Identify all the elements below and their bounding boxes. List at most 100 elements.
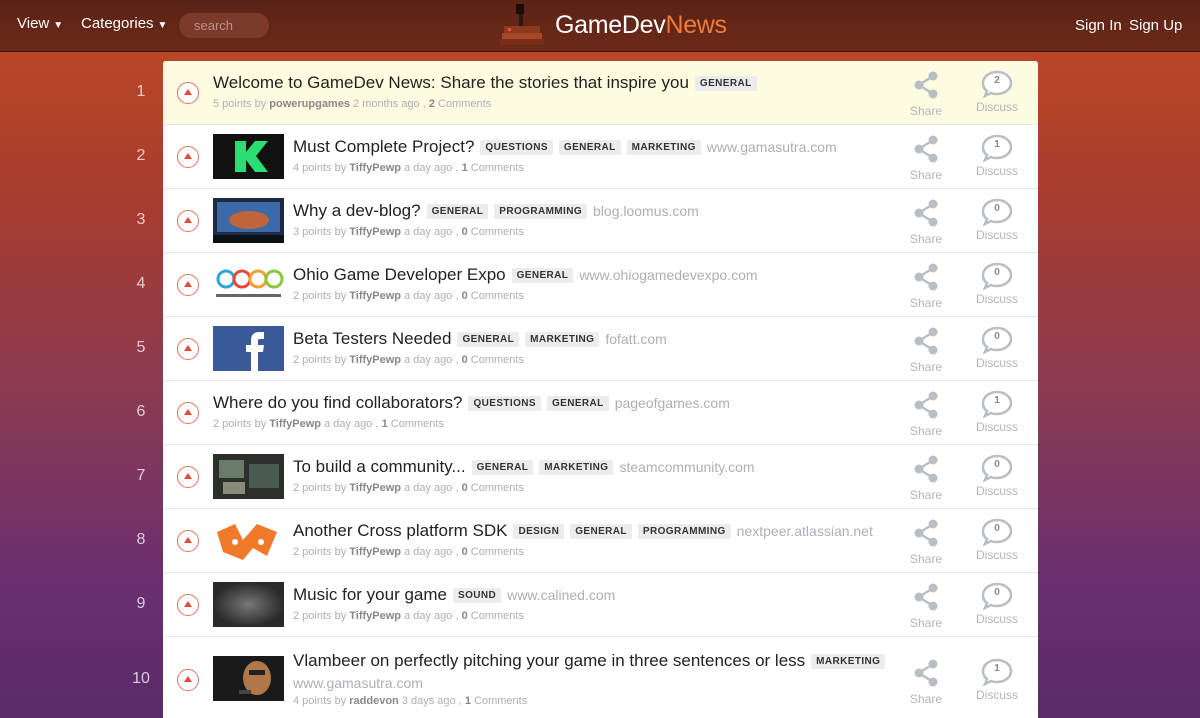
site-logo[interactable]: GameDevNews [500, 2, 727, 48]
category-tag[interactable]: QUESTIONS [468, 395, 541, 411]
upvote-icon[interactable] [177, 146, 199, 168]
sign-up-link[interactable]: Sign Up [1129, 17, 1182, 34]
comments-count[interactable]: 0 [462, 610, 468, 622]
share-button[interactable]: Share [901, 390, 951, 438]
post-title-link[interactable]: To build a community... [293, 457, 466, 477]
upvote-icon[interactable] [177, 669, 199, 691]
category-tag[interactable]: GENERAL [694, 75, 757, 91]
sign-in-link[interactable]: Sign In [1075, 17, 1122, 34]
author-link[interactable]: TiffyPewp [349, 290, 401, 302]
category-tag[interactable]: PROGRAMMING [494, 203, 588, 219]
discuss-button[interactable]: 1 Discuss [972, 658, 1022, 702]
author-link[interactable]: TiffyPewp [349, 546, 401, 558]
share-button[interactable]: Share [901, 262, 951, 310]
discuss-button[interactable]: 0 Discuss [972, 198, 1022, 242]
comments-count[interactable]: 1 [462, 162, 468, 174]
category-tag[interactable]: GENERAL [511, 267, 574, 283]
upvote-icon[interactable] [177, 466, 199, 488]
discuss-button[interactable]: 0 Discuss [972, 454, 1022, 498]
discuss-button[interactable]: 1 Discuss [972, 134, 1022, 178]
author-link[interactable]: TiffyPewp [349, 610, 401, 622]
upvote-icon[interactable] [177, 402, 199, 424]
category-tag[interactable]: MARKETING [525, 331, 600, 347]
post-title-link[interactable]: Welcome to GameDev News: Share the stori… [213, 73, 689, 93]
upvote-icon[interactable] [177, 338, 199, 360]
discuss-button[interactable]: 0 Discuss [972, 518, 1022, 562]
author-link[interactable]: raddevon [349, 695, 399, 707]
post-title-link[interactable]: Music for your game [293, 585, 447, 605]
category-tag[interactable]: GENERAL [570, 523, 632, 539]
post-domain[interactable]: steamcommunity.com [619, 459, 754, 475]
upvote-icon[interactable] [177, 274, 199, 296]
post-thumbnail[interactable] [213, 518, 284, 563]
category-tag[interactable]: GENERAL [426, 203, 489, 219]
category-tag[interactable]: PROGRAMMING [637, 523, 731, 539]
category-tag[interactable]: GENERAL [471, 459, 534, 475]
post-domain[interactable]: www.ohiogamedevexpo.com [579, 267, 757, 283]
category-tag[interactable]: MARKETING [539, 459, 614, 475]
search-input[interactable] [179, 13, 269, 38]
discuss-button[interactable]: 0 Discuss [972, 326, 1022, 370]
comments-count[interactable]: 2 [429, 98, 435, 110]
comments-count[interactable]: 0 [462, 354, 468, 366]
post-thumbnail[interactable] [213, 262, 284, 307]
post-thumbnail[interactable] [213, 134, 284, 179]
share-button[interactable]: Share [901, 454, 951, 502]
upvote-icon[interactable] [177, 210, 199, 232]
post-thumbnail[interactable] [213, 326, 284, 371]
category-tag[interactable]: MARKETING [811, 653, 886, 669]
discuss-button[interactable]: 0 Discuss [972, 262, 1022, 306]
share-button[interactable]: Share [901, 134, 951, 182]
upvote-icon[interactable] [177, 594, 199, 616]
post-domain[interactable]: www.calined.com [507, 587, 615, 603]
upvote-icon[interactable] [177, 530, 199, 552]
comments-count[interactable]: 0 [462, 482, 468, 494]
comments-count[interactable]: 1 [465, 695, 471, 707]
author-link[interactable]: TiffyPewp [349, 226, 401, 238]
category-tag[interactable]: MARKETING [626, 139, 701, 155]
author-link[interactable]: TiffyPewp [349, 162, 401, 174]
category-tag[interactable]: SOUND [453, 587, 502, 603]
share-button[interactable]: Share [901, 582, 951, 630]
author-link[interactable]: TiffyPewp [349, 482, 401, 494]
post-title-link[interactable]: Where do you find collaborators? [213, 393, 462, 413]
discuss-button[interactable]: 0 Discuss [972, 582, 1022, 626]
view-menu[interactable]: View ▼ [17, 15, 63, 32]
category-tag[interactable]: GENERAL [558, 139, 621, 155]
category-tag[interactable]: DESIGN [513, 523, 565, 539]
post-domain[interactable]: nextpeer.atlassian.net [737, 523, 873, 539]
category-tag[interactable]: GENERAL [546, 395, 609, 411]
author-link[interactable]: powerupgames [269, 98, 350, 110]
post-domain[interactable]: fofatt.com [605, 331, 666, 347]
comments-count[interactable]: 0 [462, 546, 468, 558]
post-thumbnail[interactable] [213, 656, 284, 701]
post-title-link[interactable]: Another Cross platform SDK [293, 521, 507, 541]
share-button[interactable]: Share [901, 326, 951, 374]
share-button[interactable]: Share [901, 70, 951, 118]
post-title-link[interactable]: Vlambeer on perfectly pitching your game… [293, 651, 805, 671]
categories-menu[interactable]: Categories ▼ [81, 15, 167, 32]
category-tag[interactable]: GENERAL [457, 331, 520, 347]
comments-count[interactable]: 1 [382, 418, 388, 430]
author-link[interactable]: TiffyPewp [269, 418, 321, 430]
post-title-link[interactable]: Must Complete Project? [293, 137, 474, 157]
author-link[interactable]: TiffyPewp [349, 354, 401, 366]
post-title-link[interactable]: Ohio Game Developer Expo [293, 265, 506, 285]
post-thumbnail[interactable] [213, 454, 284, 499]
post-domain[interactable]: pageofgames.com [615, 395, 730, 411]
share-button[interactable]: Share [901, 658, 951, 706]
discuss-button[interactable]: 2 Discuss [972, 70, 1022, 114]
post-thumbnail[interactable] [213, 198, 284, 243]
share-button[interactable]: Share [901, 198, 951, 246]
category-tag[interactable]: QUESTIONS [480, 139, 553, 155]
post-domain[interactable]: blog.loomus.com [593, 203, 699, 219]
share-button[interactable]: Share [901, 518, 951, 566]
comments-count[interactable]: 0 [462, 226, 468, 238]
post-title-link[interactable]: Beta Testers Needed [293, 329, 451, 349]
post-domain[interactable]: www.gamasutra.com [707, 139, 837, 155]
upvote-icon[interactable] [177, 82, 199, 104]
comments-count[interactable]: 0 [462, 290, 468, 302]
post-title-link[interactable]: Why a dev-blog? [293, 201, 421, 221]
post-thumbnail[interactable] [213, 582, 284, 627]
discuss-button[interactable]: 1 Discuss [972, 390, 1022, 434]
